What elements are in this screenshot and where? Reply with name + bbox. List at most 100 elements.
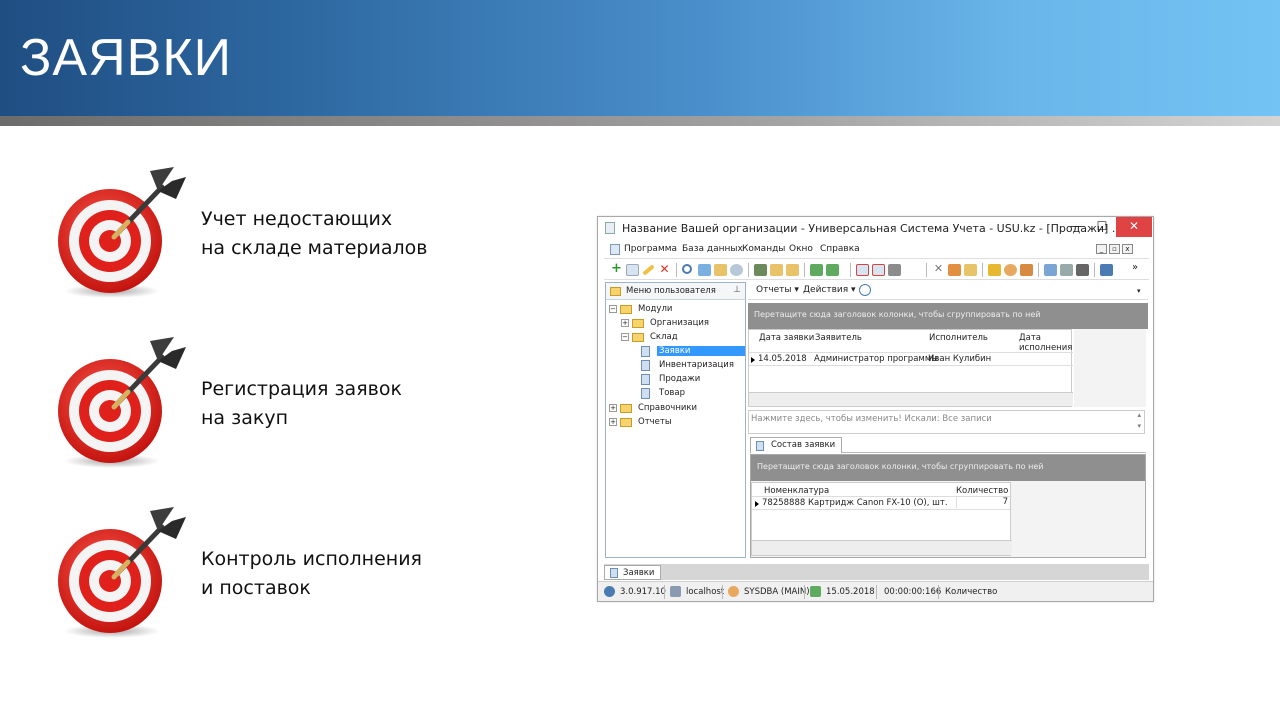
feature-item-3: Контроль исполнения и поставок xyxy=(54,505,514,645)
sort-icon[interactable] xyxy=(714,264,727,276)
tree-item-label: Заявки xyxy=(657,346,745,356)
close-window-icon[interactable] xyxy=(872,264,885,276)
column-header-executor[interactable]: Исполнитель xyxy=(929,333,988,343)
table-row[interactable]: 14.05.2018 Администратор программы Иван … xyxy=(749,352,1073,366)
scroll-down-icon[interactable]: ▾ xyxy=(1137,422,1141,430)
tree-item-label: Продажи xyxy=(659,374,701,384)
tree-item-inventory[interactable]: Инвентаризация xyxy=(630,359,740,372)
tree-item-goods[interactable]: Товар xyxy=(630,387,740,400)
collapse-icon[interactable]: − xyxy=(609,305,617,313)
collapse-icon[interactable]: − xyxy=(621,333,629,341)
minimize-button[interactable]: — xyxy=(1062,217,1090,237)
calendar-icon[interactable] xyxy=(1044,264,1057,276)
mdi-close-icon[interactable]: x xyxy=(1122,244,1133,254)
folder-icon xyxy=(620,404,632,413)
target-icon xyxy=(54,335,194,475)
tree-item-warehouse[interactable]: − Склад xyxy=(621,331,741,344)
menu-item-window[interactable]: Окно xyxy=(789,244,813,254)
program-menu-icon xyxy=(610,244,620,255)
header-band xyxy=(0,116,1280,126)
tree-item-references[interactable]: + Справочники xyxy=(609,402,739,415)
requests-grid: Дата заявки Заявитель Исполнитель Дата и… xyxy=(748,329,1073,407)
maximize-button[interactable]: ☐ xyxy=(1088,217,1116,237)
folder-icon xyxy=(632,319,644,328)
new-window-icon[interactable] xyxy=(856,264,869,276)
copy-icon[interactable] xyxy=(626,264,639,276)
tab-requests[interactable]: Заявки xyxy=(604,565,662,580)
cell-applicant: Администратор программы xyxy=(814,354,938,364)
toolbar-chevron-icon[interactable]: ▾ xyxy=(1137,287,1141,295)
print-icon[interactable] xyxy=(1060,264,1073,276)
mdi-restore-icon[interactable]: ▫ xyxy=(1109,244,1120,254)
column-header-date[interactable]: Дата заявки xyxy=(759,333,814,343)
find-next-icon[interactable] xyxy=(698,264,711,276)
notes-icon[interactable] xyxy=(964,264,977,276)
expand-icon[interactable]: + xyxy=(609,418,617,426)
mdi-minimize-icon[interactable]: _ xyxy=(1096,244,1107,254)
folder-icon xyxy=(632,333,644,342)
expand-icon[interactable]: + xyxy=(609,404,617,412)
play-icon[interactable] xyxy=(1076,264,1089,276)
column-header-done-date[interactable]: Дата xyxy=(1019,333,1041,343)
expand-icon[interactable]: + xyxy=(621,319,629,327)
settings-icon[interactable] xyxy=(948,264,961,276)
tab-request-contents[interactable]: Состав заявки xyxy=(750,437,843,453)
tree-item-reports[interactable]: + Отчеты xyxy=(609,416,739,429)
filter-bar[interactable]: Нажмите здесь, чтобы изменить! Искали: В… xyxy=(748,410,1145,434)
menu-item-commands[interactable]: Команды xyxy=(742,244,785,254)
target-icon xyxy=(54,165,194,305)
filter-icon[interactable] xyxy=(754,264,767,276)
sound-icon[interactable] xyxy=(888,264,901,276)
lock-icon[interactable] xyxy=(988,264,1001,276)
status-user: SYSDBA (MAIN) xyxy=(744,587,810,597)
version-icon xyxy=(604,586,615,597)
menu-item-database[interactable]: База данных xyxy=(682,244,743,254)
filter-set-icon[interactable] xyxy=(770,264,783,276)
user-menu-header: Меню пользователя ⊥ xyxy=(606,283,745,300)
menu-item-help[interactable]: Справка xyxy=(820,244,860,254)
scroll-up-icon[interactable]: ▴ xyxy=(1137,411,1141,419)
import-icon[interactable] xyxy=(826,264,839,276)
main-pane: Отчеты ▾ Действия ▾ ▾ Перетащите сюда за… xyxy=(748,282,1148,558)
feature-text: Учет недостающих на складе материалов xyxy=(201,205,427,263)
feature-line: Регистрация заявок xyxy=(201,378,402,400)
book-icon[interactable] xyxy=(1100,264,1113,276)
bottom-tabstrip: Заявки xyxy=(604,564,1149,580)
roles-icon[interactable] xyxy=(1020,264,1033,276)
tree-item-modules[interactable]: − Модули xyxy=(609,303,739,316)
status-version: 3.0.917.10 xyxy=(620,587,666,597)
table-row[interactable]: 78258888 Картридж Canon FX-10 (O), шт. 7 xyxy=(752,496,1012,510)
more-icon[interactable]: » xyxy=(1132,263,1145,276)
feature-text: Регистрация заявок на закуп xyxy=(201,375,402,433)
pin-icon[interactable]: ⊥ xyxy=(733,285,741,295)
export-icon[interactable] xyxy=(810,264,823,276)
detail-group-by-area[interactable]: Перетащите сюда заголовок колонки, чтобы… xyxy=(751,455,1145,481)
tree-item-label: Товар xyxy=(659,388,686,398)
folder-icon xyxy=(610,287,621,296)
search-icon[interactable] xyxy=(682,264,692,274)
menu-item-program[interactable]: Программа xyxy=(624,244,677,254)
users-icon[interactable] xyxy=(1004,264,1017,276)
user-menu-title: Меню пользователя xyxy=(626,286,716,296)
reports-dropdown[interactable]: Отчеты ▾ xyxy=(756,285,799,295)
tools-icon[interactable]: ✕ xyxy=(932,263,945,276)
tree-item-organization[interactable]: + Организация xyxy=(621,317,741,330)
close-button[interactable]: ✕ xyxy=(1116,217,1152,237)
actions-dropdown[interactable]: Действия ▾ xyxy=(803,285,856,295)
column-header-quantity[interactable]: Количество xyxy=(956,486,1008,496)
column-header-item[interactable]: Номенклатура xyxy=(764,486,829,496)
filter-clear-icon[interactable] xyxy=(786,264,799,276)
edit-icon[interactable] xyxy=(642,264,655,276)
tree-item-requests[interactable]: Заявки xyxy=(630,345,745,358)
refresh-icon[interactable] xyxy=(859,284,871,296)
comment-icon[interactable] xyxy=(730,264,743,276)
status-bar: 3.0.917.10 localhost SYSDBA (MAIN) 15.05… xyxy=(598,581,1153,601)
feature-line: Контроль исполнения xyxy=(201,548,422,570)
delete-icon[interactable]: ✕ xyxy=(658,263,671,276)
tree-item-sales[interactable]: Продажи xyxy=(630,373,740,386)
detail-group-by-hint: Перетащите сюда заголовок колонки, чтобы… xyxy=(757,462,1044,471)
column-header-applicant[interactable]: Заявитель xyxy=(815,333,862,343)
server-icon xyxy=(670,586,681,597)
group-by-area[interactable]: Перетащите сюда заголовок колонки, чтобы… xyxy=(748,303,1148,329)
add-icon[interactable]: + xyxy=(610,262,623,276)
